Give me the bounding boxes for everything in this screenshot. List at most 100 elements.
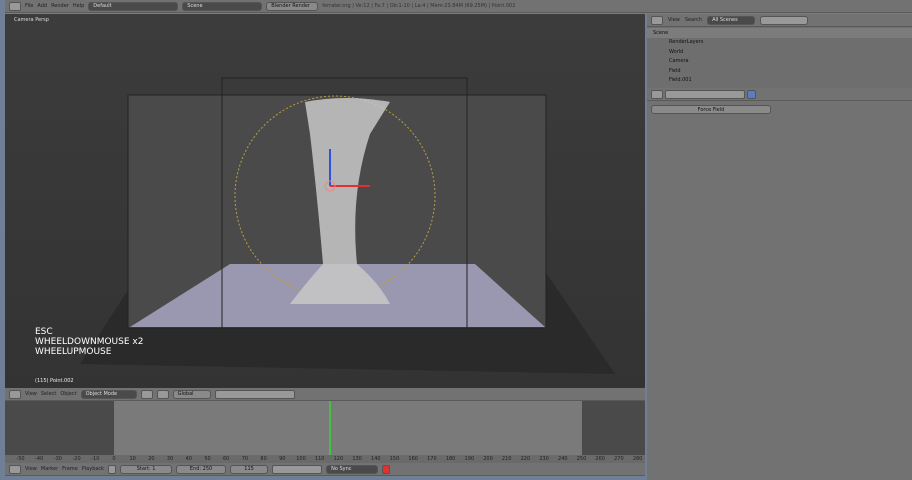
ruler-tick: 30 (166, 456, 174, 462)
ruler-tick: 90 (279, 456, 286, 462)
outliner-item[interactable]: Field (647, 66, 912, 76)
menu-search[interactable]: Search (685, 17, 702, 23)
screen-layout-select[interactable]: Default (88, 1, 179, 11)
ruler-tick: 10 (129, 456, 136, 462)
menu-add[interactable]: Add (37, 3, 47, 9)
context-tabs[interactable] (665, 89, 745, 99)
ruler-tick: 130 (352, 456, 362, 462)
mode-select[interactable]: Object Mode (80, 389, 137, 399)
editor-type-button[interactable] (9, 1, 21, 11)
menu-help[interactable]: Help (73, 3, 84, 9)
current-frame-field[interactable]: 115 (230, 464, 269, 474)
timeline-ruler[interactable]: -50 -40 -30 -20 -10 0 10 20 30 40 50 60 70 80 90 100 110… (5, 455, 645, 463)
menu-playback[interactable]: Playback (82, 466, 104, 472)
outliner-item[interactable]: World (647, 47, 912, 57)
menu-file[interactable]: File (25, 3, 33, 9)
properties-header (647, 88, 912, 101)
menu-render[interactable]: Render (51, 3, 69, 9)
ruler-tick: 240 (558, 456, 568, 462)
3d-view-header: View Select Object Object Mode Global (5, 388, 645, 401)
ruler-tick: 20 (148, 456, 155, 462)
menu-view[interactable]: View (25, 466, 37, 472)
outliner-tree: Scene RenderLayers World Camera Field Fi… (647, 27, 912, 88)
ruler-tick: 170 (427, 456, 437, 462)
ruler-tick: 60 (223, 456, 230, 462)
editor-type-button[interactable] (9, 389, 21, 399)
orientation-select[interactable]: Global (172, 389, 211, 399)
outliner-item[interactable]: Field.001 (647, 76, 912, 86)
editor-type-button[interactable] (651, 89, 663, 99)
current-frame-line[interactable] (329, 401, 332, 455)
timeline-header: View Marker Frame Playback Start: 1 End:… (5, 463, 645, 476)
ruler-tick: 70 (241, 456, 249, 462)
display-mode-select[interactable]: All Scenes (707, 15, 756, 25)
item-label: World (669, 48, 684, 55)
ruler-tick: 150 (389, 456, 400, 462)
key-wheelup: WHEELUPMOUSE (35, 347, 112, 357)
menu-select[interactable]: Select (41, 391, 56, 397)
physics-tab[interactable] (747, 89, 756, 99)
scene-select[interactable]: Scene (182, 1, 263, 11)
ruler-tick: 200 (483, 456, 493, 462)
outliner-header: View Search All Scenes (647, 14, 912, 27)
key-overlay: ESC WHEELDOWNMOUSE x2 WHEELUPMOUSE (35, 327, 143, 357)
right-panel: View Search All Scenes Scene RenderLayer… (647, 14, 912, 480)
item-label: Field.001 (669, 77, 692, 84)
ruler-tick: 100 (296, 456, 306, 462)
ruler-tick: 50 (204, 456, 211, 462)
ruler-tick: 120 (333, 456, 344, 462)
3d-viewport[interactable]: Camera Persp ESC WHEELDOWNMOUSE x2 WHEEL… (5, 14, 645, 388)
ruler-tick: 270 (614, 456, 624, 462)
key-esc: ESC (35, 327, 53, 337)
item-label: Camera (669, 58, 689, 65)
timeline-area[interactable] (5, 401, 645, 455)
ruler-tick: 250 (576, 456, 587, 462)
ruler-tick: -20 (72, 456, 81, 462)
ruler-tick: 230 (539, 456, 549, 462)
ruler-tick: 160 (408, 456, 418, 462)
ruler-tick: 260 (595, 456, 605, 462)
top-header: File Add Render Help Default Scene Blend… (5, 0, 912, 13)
item-label: RenderLayers (669, 39, 704, 46)
ruler-tick: 0 (112, 456, 116, 462)
menu-view[interactable]: View (25, 391, 37, 397)
ruler-tick: 280 (632, 456, 643, 462)
ruler-tick: 220 (520, 456, 531, 462)
menu-frame[interactable]: Frame (62, 466, 78, 472)
start-frame-field[interactable]: Start: 1 (120, 464, 173, 474)
outliner-item[interactable]: Camera (647, 57, 912, 67)
preview-range-icon[interactable] (108, 464, 117, 474)
ruler-tick: -40 (35, 456, 44, 462)
menu-view[interactable]: View (668, 17, 680, 23)
playback-controls[interactable] (272, 464, 323, 474)
layers-grid[interactable] (214, 389, 295, 399)
editor-type-button[interactable] (9, 464, 21, 474)
shading-button[interactable] (140, 389, 153, 399)
ruler-tick: -50 (16, 456, 25, 462)
outliner-item[interactable]: RenderLayers (647, 38, 912, 48)
force-field-button[interactable]: Force Field (651, 105, 771, 114)
key-wheeldown: WHEELDOWNMOUSE x2 (35, 337, 144, 347)
pivot-button[interactable] (156, 389, 169, 399)
ruler-tick: 210 (501, 456, 512, 462)
ruler-tick: -30 (53, 456, 62, 462)
info-stats: ferrater.org | Ve:12 | Fa:7 | Ob:1-10 | … (322, 3, 516, 9)
ruler-tick: 140 (371, 456, 381, 462)
search-input[interactable] (760, 15, 809, 25)
editor-type-button[interactable] (651, 15, 663, 25)
ruler-tick: 80 (260, 456, 267, 462)
ruler-tick: 110 (314, 456, 325, 462)
outliner-item[interactable]: Scene (647, 28, 912, 38)
sync-select[interactable]: No Sync (326, 464, 379, 474)
menu-object[interactable]: Object (60, 391, 76, 397)
ruler-tick: 40 (185, 456, 192, 462)
ruler-tick: -10 (91, 456, 100, 462)
object-info: (115) Point.002 (35, 378, 74, 384)
ruler-tick: 180 (445, 456, 456, 462)
menu-marker[interactable]: Marker (41, 466, 58, 472)
record-icon[interactable] (382, 464, 391, 474)
item-label: Scene (653, 29, 669, 36)
end-frame-field[interactable]: End: 250 (176, 464, 227, 474)
render-engine-select[interactable]: Blender Render (266, 1, 319, 11)
ruler-tick: 190 (464, 456, 475, 462)
